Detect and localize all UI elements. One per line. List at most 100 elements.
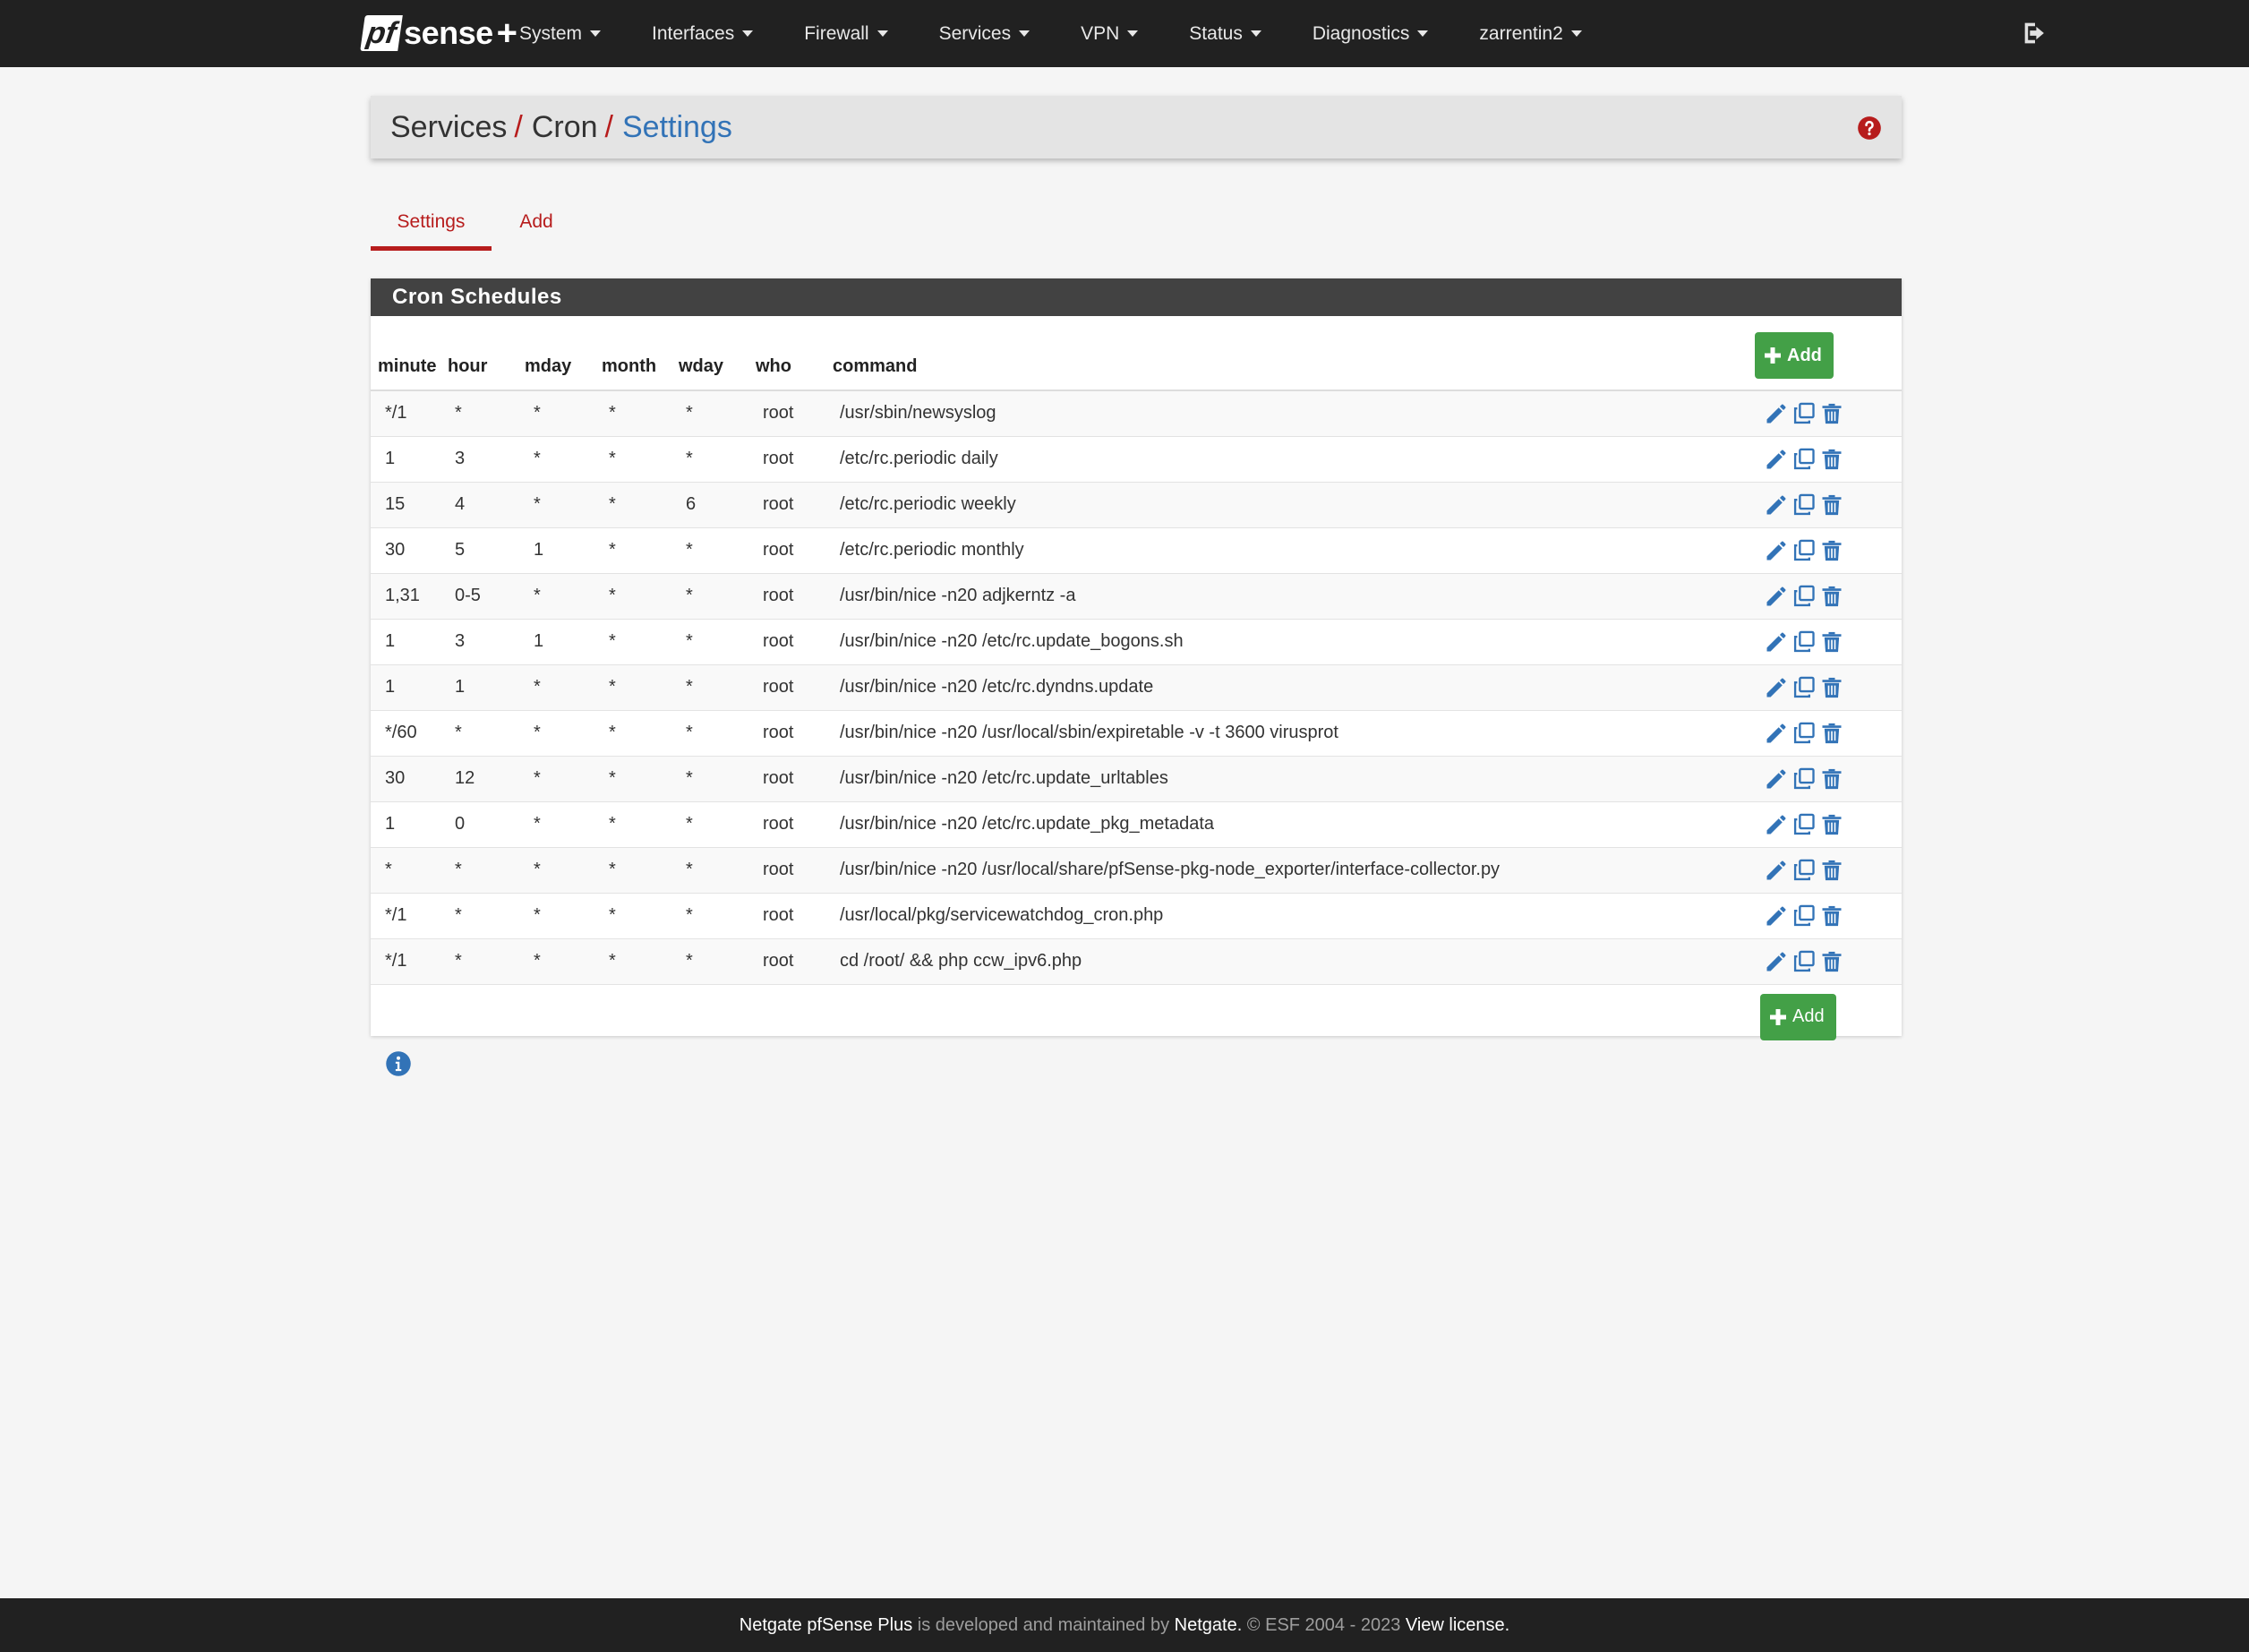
pencil-icon[interactable] (1764, 447, 1789, 472)
cell-mday: 1 (525, 527, 602, 574)
cell-command: /usr/local/pkg/servicewatchdog_cron.php (833, 893, 1755, 939)
cell-mday: * (525, 482, 602, 528)
trash-icon[interactable] (1819, 447, 1844, 472)
cell-who: root (756, 527, 833, 574)
pencil-icon[interactable] (1764, 812, 1789, 837)
cell-mday: * (525, 938, 602, 985)
nav-label: System (519, 22, 583, 44)
trash-icon[interactable] (1819, 675, 1844, 700)
question-circle-icon[interactable] (1857, 116, 1882, 141)
clone-icon[interactable] (1792, 584, 1817, 609)
cell-who: root (756, 619, 833, 665)
nav-vpn[interactable]: VPN (1081, 23, 1139, 45)
add-button-bottom[interactable]: Add (1760, 993, 1836, 1040)
clone-icon[interactable] (1792, 492, 1817, 518)
nav-services[interactable]: Services (939, 23, 1030, 45)
col-month: month (602, 316, 679, 391)
breadcrumb-cron[interactable]: Cron (532, 110, 598, 145)
caret-down-icon (742, 30, 754, 37)
trash-icon[interactable] (1819, 538, 1844, 563)
breadcrumb-settings[interactable]: Settings (622, 110, 732, 145)
cell-mday: * (525, 801, 602, 848)
clone-icon[interactable] (1792, 812, 1817, 837)
breadcrumb-services[interactable]: Services (390, 110, 507, 145)
clone-icon[interactable] (1792, 401, 1817, 426)
trash-icon[interactable] (1819, 629, 1844, 655)
cell-command: /usr/bin/nice -n20 adjkerntz -a (833, 573, 1755, 620)
nav-diagnostics[interactable]: Diagnostics (1313, 23, 1429, 45)
pencil-icon[interactable] (1764, 721, 1789, 746)
trash-icon[interactable] (1819, 949, 1844, 974)
trash-icon[interactable] (1819, 584, 1844, 609)
cell-hour: * (448, 390, 525, 437)
clone-icon[interactable] (1792, 447, 1817, 472)
add-button-top[interactable]: Add (1755, 332, 1834, 379)
cell-hour: * (448, 938, 525, 985)
logo-sense: sense (404, 14, 493, 51)
trash-icon[interactable] (1819, 401, 1844, 426)
cell-month: * (602, 801, 679, 848)
cell-actions (1755, 710, 1902, 757)
clone-icon[interactable] (1792, 538, 1817, 563)
pencil-icon[interactable] (1764, 675, 1789, 700)
footer-company-link[interactable]: Netgate. (1175, 1615, 1243, 1636)
pencil-icon[interactable] (1764, 401, 1789, 426)
table-row: */60 * * * * root/usr/bin/nice -n20 /usr/loca… (371, 710, 1902, 757)
pencil-icon[interactable] (1764, 766, 1789, 792)
cell-who: root (756, 847, 833, 894)
cell-command: /usr/bin/nice -n20 /etc/rc.update_urltab… (833, 756, 1755, 802)
cell-actions (1755, 619, 1902, 665)
pencil-icon[interactable] (1764, 538, 1789, 563)
cell-mday: * (525, 847, 602, 894)
cell-minute: 30 (371, 527, 448, 574)
pencil-icon[interactable] (1764, 629, 1789, 655)
clone-icon[interactable] (1792, 629, 1817, 655)
clone-icon[interactable] (1792, 903, 1817, 929)
clone-icon[interactable] (1792, 949, 1817, 974)
footer-license-link[interactable]: View license. (1406, 1615, 1509, 1636)
cell-wday: * (679, 390, 756, 437)
cell-wday: * (679, 893, 756, 939)
nav-user-menu[interactable]: zarrentin2 (1479, 22, 1582, 45)
nav-interfaces[interactable]: Interfaces (652, 23, 754, 45)
cell-command: /etc/rc.periodic daily (833, 436, 1755, 483)
cell-mday: 1 (525, 619, 602, 665)
clone-icon[interactable] (1792, 675, 1817, 700)
clone-icon[interactable] (1792, 721, 1817, 746)
pfsense-logo[interactable]: pf sense + (360, 11, 517, 56)
pencil-icon[interactable] (1764, 903, 1789, 929)
cell-mday: * (525, 710, 602, 757)
nav-label: Diagnostics (1312, 22, 1410, 44)
cell-wday: * (679, 664, 756, 711)
trash-icon[interactable] (1819, 903, 1844, 929)
col-hour: hour (448, 316, 525, 391)
cell-actions (1755, 527, 1902, 574)
clone-icon[interactable] (1792, 858, 1817, 883)
nav-firewall[interactable]: Firewall (804, 23, 888, 45)
tab-settings[interactable]: Settings (371, 193, 492, 251)
cell-wday: * (679, 710, 756, 757)
cell-hour: 3 (448, 619, 525, 665)
trash-icon[interactable] (1819, 766, 1844, 792)
pencil-icon[interactable] (1764, 492, 1789, 518)
caret-down-icon (1570, 30, 1582, 37)
table-row: 30 12 * * * root/usr/bin/nice -n20 /etc/rc.up… (371, 756, 1902, 802)
tab-add[interactable]: Add (492, 193, 581, 251)
nav-status[interactable]: Status (1189, 23, 1261, 45)
cell-minute: 1 (371, 664, 448, 711)
caret-down-icon (877, 30, 888, 37)
table-row: */1 * * * * root/usr/sbin/newsyslog (371, 390, 1902, 437)
pencil-icon[interactable] (1764, 584, 1789, 609)
trash-icon[interactable] (1819, 812, 1844, 837)
footer-product: Netgate pfSense Plus (739, 1614, 913, 1635)
info-circle-icon[interactable] (385, 1050, 412, 1077)
pencil-icon[interactable] (1764, 949, 1789, 974)
nav-label: zarrentin2 (1479, 22, 1563, 44)
sign-out-icon[interactable] (2020, 18, 2050, 48)
clone-icon[interactable] (1792, 766, 1817, 792)
trash-icon[interactable] (1819, 492, 1844, 518)
trash-icon[interactable] (1819, 858, 1844, 883)
pencil-icon[interactable] (1764, 858, 1789, 883)
nav-system[interactable]: System (519, 22, 602, 45)
trash-icon[interactable] (1819, 721, 1844, 746)
